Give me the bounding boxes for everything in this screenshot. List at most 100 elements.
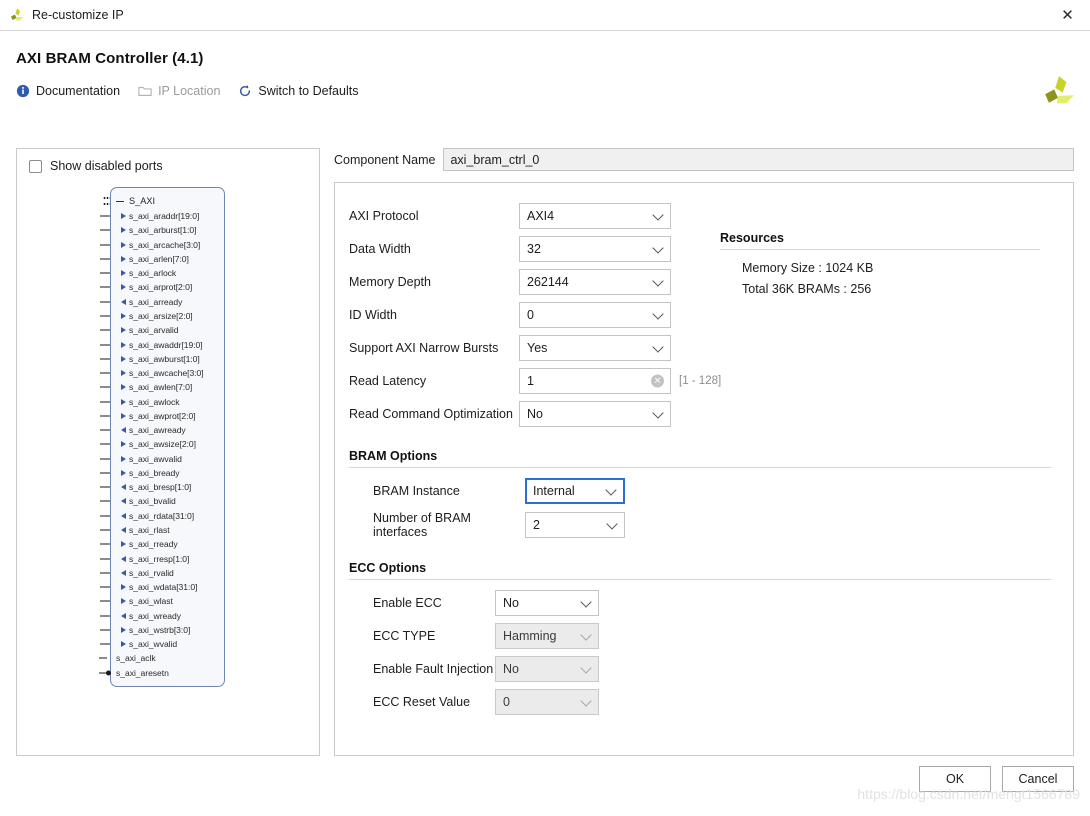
dropdown-select[interactable]: 0: [519, 302, 671, 328]
close-icon[interactable]: ✕: [1045, 0, 1090, 30]
param-label: Read Latency: [349, 374, 427, 388]
port-row[interactable]: s_axi_wready: [100, 608, 224, 622]
port-row[interactable]: s_axi_arready: [100, 295, 224, 309]
chevron-down-icon: [606, 518, 618, 530]
dropdown-select: Hamming: [495, 623, 599, 649]
port-row[interactable]: s_axi_awvalid: [100, 452, 224, 466]
dropdown-select[interactable]: AXI4: [519, 203, 671, 229]
param-hint: [1 - 128]: [679, 375, 722, 387]
port-stub-icon: [100, 572, 110, 574]
text-input[interactable]: 1 ✕: [519, 368, 671, 394]
global-port-label: s_axi_aresetn: [116, 667, 169, 678]
component-name-input[interactable]: [443, 148, 1074, 171]
port-row[interactable]: s_axi_wstrb[3:0]: [100, 623, 224, 637]
chevron-down-icon: [652, 275, 664, 287]
param-label: AXI Protocol: [349, 209, 419, 223]
port-label: s_axi_awvalid: [129, 453, 182, 464]
port-row[interactable]: s_axi_rdata[31:0]: [100, 509, 224, 523]
param-label: ID Width: [349, 308, 397, 322]
port-row[interactable]: s_axi_arlock: [100, 266, 224, 280]
component-name-label: Component Name: [334, 152, 436, 167]
port-row[interactable]: s_axi_bvalid: [100, 494, 224, 508]
global-port-row[interactable]: s_axi_aresetn: [99, 666, 224, 680]
window-titlebar: Re-customize IP ✕: [0, 0, 1090, 31]
dropdown-select[interactable]: 262144: [519, 269, 671, 295]
ok-button[interactable]: OK: [919, 766, 991, 792]
port-row[interactable]: s_axi_awaddr[19:0]: [100, 337, 224, 351]
port-label: s_axi_arcache[3:0]: [129, 239, 201, 250]
arrow-right-icon: [121, 541, 126, 548]
port-row[interactable]: s_axi_rready: [100, 537, 224, 551]
port-stub-icon: [100, 372, 110, 374]
port-row[interactable]: s_axi_rvalid: [100, 566, 224, 580]
show-disabled-ports-row[interactable]: Show disabled ports: [29, 159, 307, 173]
global-port-row[interactable]: s_axi_aclk: [99, 651, 224, 665]
port-row[interactable]: s_axi_araddr[19:0]: [100, 209, 224, 223]
dropdown-select[interactable]: Internal: [525, 478, 625, 504]
port-label: s_axi_arvalid: [129, 325, 179, 336]
show-disabled-ports-checkbox[interactable]: [29, 159, 42, 173]
info-icon: [16, 84, 30, 98]
port-label: s_axi_arsize[2:0]: [129, 310, 193, 321]
dialog-body: Show disabled ports S_AXI s_axi_araddr[1…: [0, 136, 1090, 756]
select-value: 0: [503, 695, 510, 709]
cancel-button[interactable]: Cancel: [1002, 766, 1074, 792]
port-row[interactable]: s_axi_awlen[7:0]: [100, 380, 224, 394]
collapse-icon[interactable]: [116, 200, 124, 202]
ip-symbol-diagram: S_AXI s_axi_araddr[19:0] s_axi_arburst[1:…: [17, 183, 319, 755]
port-stub-icon: [100, 344, 110, 346]
dialog-header: AXI BRAM Controller (4.1) Documentation …: [0, 31, 1090, 104]
ip-location-label: IP Location: [158, 84, 221, 98]
bram-options-divider: [349, 467, 1051, 468]
port-row[interactable]: s_axi_arburst[1:0]: [100, 223, 224, 237]
port-row[interactable]: s_axi_wvalid: [100, 637, 224, 651]
port-row[interactable]: s_axi_wlast: [100, 594, 224, 608]
refresh-icon: [240, 85, 251, 97]
port-row[interactable]: s_axi_arvalid: [100, 323, 224, 337]
bus-interface-s-axi[interactable]: S_AXI: [103, 193, 224, 209]
port-row[interactable]: s_axi_awcache[3:0]: [100, 366, 224, 380]
param-label: BRAM Instance: [373, 484, 460, 498]
port-row[interactable]: s_axi_arprot[2:0]: [100, 280, 224, 294]
dropdown-select[interactable]: 32: [519, 236, 671, 262]
port-row[interactable]: s_axi_awready: [100, 423, 224, 437]
port-row[interactable]: s_axi_awsize[2:0]: [100, 437, 224, 451]
port-row[interactable]: s_axi_awburst[1:0]: [100, 352, 224, 366]
arrow-right-icon: [121, 441, 126, 448]
port-label: s_axi_rdata[31:0]: [129, 510, 195, 521]
arrow-right-icon: [121, 241, 126, 248]
port-row[interactable]: s_axi_rlast: [100, 523, 224, 537]
switch-to-defaults-button[interactable]: Switch to Defaults: [238, 84, 358, 98]
port-stub-icon: [100, 244, 110, 246]
dropdown-select[interactable]: No: [495, 590, 599, 616]
global-port-label: s_axi_aclk: [116, 653, 156, 664]
bus-stub-icon: [103, 195, 110, 207]
port-row[interactable]: s_axi_arsize[2:0]: [100, 309, 224, 323]
arrow-right-icon: [121, 227, 126, 234]
arrow-right-icon: [121, 284, 126, 291]
port-row[interactable]: s_axi_awprot[2:0]: [100, 409, 224, 423]
port-row[interactable]: s_axi_arlen[7:0]: [100, 252, 224, 266]
port-row[interactable]: s_axi_bready: [100, 466, 224, 480]
port-row[interactable]: s_axi_rresp[1:0]: [100, 551, 224, 565]
xilinx-logo-icon: [11, 8, 23, 21]
dropdown-select[interactable]: Yes: [519, 335, 671, 361]
port-row[interactable]: s_axi_awlock: [100, 394, 224, 408]
port-row[interactable]: s_axi_wdata[31:0]: [100, 580, 224, 594]
ip-location-button[interactable]: IP Location: [138, 84, 220, 98]
header-toolbar: Documentation IP Location Switch to Defa…: [16, 67, 1074, 98]
arrow-right-icon: [121, 370, 126, 377]
port-row[interactable]: s_axi_arcache[3:0]: [100, 238, 224, 252]
documentation-button[interactable]: Documentation: [16, 84, 120, 98]
param-label: Data Width: [349, 242, 411, 256]
window-title: Re-customize IP: [32, 8, 124, 22]
dropdown-select[interactable]: No: [519, 401, 671, 427]
port-row[interactable]: s_axi_bresp[1:0]: [100, 480, 224, 494]
ecc-options-grid: Enable ECC No ECC TYPE Hamming Enable Fault …: [373, 590, 1051, 715]
port-label: s_axi_wlast: [129, 596, 173, 607]
clear-icon[interactable]: ✕: [651, 374, 664, 388]
bram-options-section: BRAM Options BRAM Instance Internal Number…: [349, 449, 1051, 539]
dropdown-select[interactable]: 2: [525, 512, 625, 538]
port-label: s_axi_arready: [129, 296, 183, 307]
port-stub-icon: [100, 486, 110, 488]
